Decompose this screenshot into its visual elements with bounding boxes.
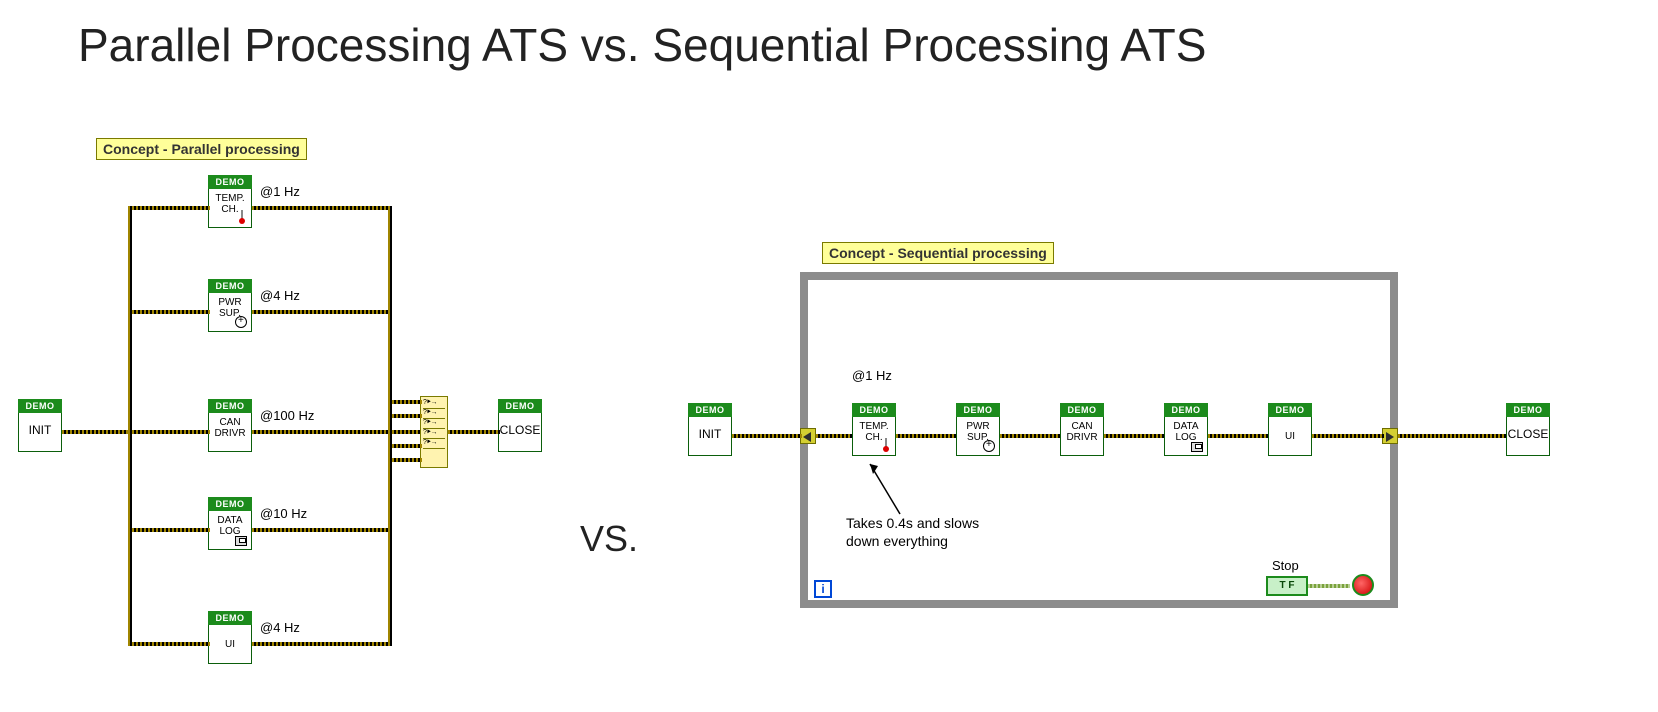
merge-errors-node: [420, 396, 448, 468]
wire: [388, 458, 422, 462]
left-tunnel: [800, 428, 816, 444]
seq-node-pwr: DEMO PWR SUP.: [956, 416, 1000, 456]
demo-cap: DEMO: [1506, 403, 1550, 417]
demo-cap: DEMO: [1060, 403, 1104, 417]
wire: [62, 430, 132, 434]
thermometer-icon: [883, 438, 889, 452]
wire: [128, 642, 210, 646]
parallel-caption: Concept - Parallel processing: [96, 138, 307, 160]
wire: [388, 206, 392, 646]
disk-icon: [1191, 442, 1203, 452]
node-label: DATA LOG: [209, 515, 251, 537]
rate-label-3: @10 Hz: [260, 506, 307, 521]
wire: [128, 528, 210, 532]
right-tunnel: [1382, 428, 1398, 444]
stop-button-icon: [1352, 574, 1374, 596]
wire: [388, 400, 422, 404]
parallel-node-can: DEMO CAN DRIVR: [208, 412, 252, 452]
thermometer-icon: [239, 210, 245, 224]
wire: [1000, 434, 1060, 438]
parallel-close-node: DEMO CLOSE: [498, 412, 542, 452]
seq-node-can: DEMO CAN DRIVR: [1060, 416, 1104, 456]
wire: [128, 310, 210, 314]
node-label: CLOSE: [1507, 429, 1549, 440]
node-label: CAN DRIVR: [1061, 421, 1103, 443]
seq-rate-label: @1 Hz: [852, 368, 892, 383]
demo-cap: DEMO: [498, 399, 542, 413]
node-label: UI: [1269, 431, 1311, 442]
wire: [896, 434, 956, 438]
disk-icon: [235, 536, 247, 546]
page-title: Parallel Processing ATS vs. Sequential P…: [78, 18, 1206, 72]
demo-cap: DEMO: [208, 279, 252, 293]
node-label: PWR SUP.: [957, 421, 999, 443]
node-label: PWR SUP.: [209, 297, 251, 319]
seq-node-datalog: DEMO DATA LOG: [1164, 416, 1208, 456]
wire: [252, 206, 392, 210]
demo-cap: DEMO: [208, 175, 252, 189]
wire: [128, 430, 210, 434]
demo-cap: DEMO: [208, 399, 252, 413]
demo-cap: DEMO: [688, 403, 732, 417]
seq-node-temp: DEMO TEMP. CH.: [852, 416, 896, 456]
seq-annotation: Takes 0.4s and slows down everything: [846, 514, 979, 550]
demo-cap: DEMO: [208, 497, 252, 511]
rate-label-1: @4 Hz: [260, 288, 300, 303]
node-label: CLOSE: [499, 425, 541, 436]
demo-cap: DEMO: [1164, 403, 1208, 417]
parallel-node-datalog: DEMO DATA LOG: [208, 510, 252, 550]
seq-close-node: DEMO CLOSE: [1506, 416, 1550, 456]
stop-tf-indicator: T F: [1266, 576, 1308, 596]
parallel-node-temp: DEMO TEMP. CH.: [208, 188, 252, 228]
wire: [128, 206, 132, 646]
wire-green: [1308, 584, 1350, 588]
node-label: DATA LOG: [1165, 421, 1207, 443]
wire: [388, 444, 422, 448]
plus-circle-icon: [235, 316, 247, 328]
wire: [732, 434, 802, 438]
wire: [252, 642, 392, 646]
plus-circle-icon: [983, 440, 995, 452]
wire: [252, 528, 392, 532]
wire: [388, 414, 422, 418]
seq-node-ui: DEMO UI: [1268, 416, 1312, 456]
demo-cap: DEMO: [18, 399, 62, 413]
parallel-init-node: DEMO INIT: [18, 412, 62, 452]
demo-cap: DEMO: [956, 403, 1000, 417]
node-label: INIT: [689, 429, 731, 440]
demo-cap: DEMO: [852, 403, 896, 417]
node-label: INIT: [19, 425, 61, 436]
vs-label: VS.: [580, 518, 638, 560]
rate-label-0: @1 Hz: [260, 184, 300, 199]
demo-cap: DEMO: [208, 611, 252, 625]
demo-cap: DEMO: [1268, 403, 1312, 417]
rate-label-2: @100 Hz: [260, 408, 314, 423]
wire: [448, 430, 500, 434]
wire: [1104, 434, 1164, 438]
wire: [128, 206, 210, 210]
wire: [1208, 434, 1268, 438]
wire: [252, 430, 420, 434]
stop-label: Stop: [1272, 558, 1299, 573]
wire: [1312, 434, 1384, 438]
rate-label-4: @4 Hz: [260, 620, 300, 635]
loop-iteration-terminal: i: [814, 580, 832, 598]
seq-init-node: DEMO INIT: [688, 416, 732, 456]
wire: [1398, 434, 1506, 438]
wire: [816, 434, 852, 438]
wire: [252, 310, 392, 314]
sequential-caption: Concept - Sequential processing: [822, 242, 1054, 264]
node-label: UI: [209, 639, 251, 650]
parallel-node-ui: DEMO UI: [208, 624, 252, 664]
node-label: CAN DRIVR: [209, 417, 251, 439]
parallel-node-pwr: DEMO PWR SUP.: [208, 292, 252, 332]
